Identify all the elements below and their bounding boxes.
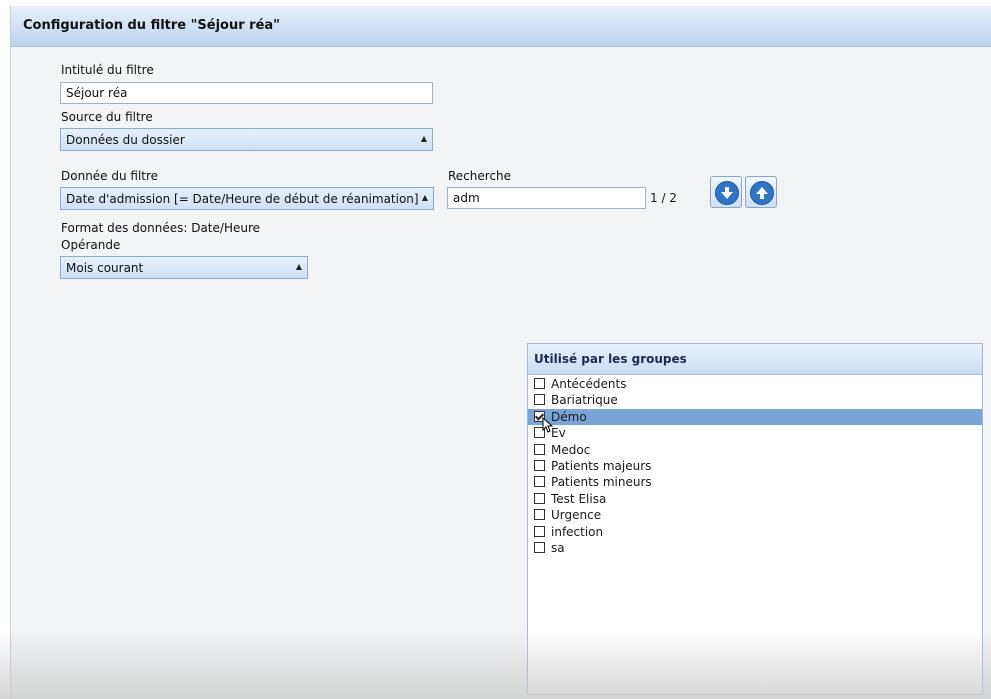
title-bar: Configuration du filtre "Séjour réa" bbox=[11, 6, 991, 47]
operande-label: Opérande bbox=[61, 238, 121, 252]
mouse-cursor-icon bbox=[542, 416, 554, 433]
group-checkbox[interactable] bbox=[534, 459, 545, 471]
groups-panel: Utilisé par les groupes Antécédents Baria… bbox=[527, 343, 983, 695]
groups-header: Utilisé par les groupes bbox=[528, 344, 982, 375]
previous-result-button[interactable] bbox=[745, 176, 777, 208]
group-item-label: Bariatrique bbox=[551, 393, 618, 408]
triangle-up-icon: ▲ bbox=[295, 262, 302, 271]
operande-select-value: Mois courant bbox=[66, 261, 144, 275]
donnee-label: Donnée du filtre bbox=[61, 169, 159, 183]
triangle-up-icon: ▲ bbox=[421, 193, 428, 202]
arrow-down-circle-icon bbox=[715, 181, 739, 205]
intitule-label: Intitulé du filtre bbox=[61, 63, 154, 77]
group-item-label: Medoc bbox=[551, 442, 591, 457]
group-item-label: Démo bbox=[551, 409, 587, 424]
operande-select[interactable]: Mois courant ▲ bbox=[60, 256, 308, 279]
source-label: Source du filtre bbox=[61, 110, 153, 124]
search-label: Recherche bbox=[448, 169, 512, 183]
group-list-item[interactable]: Antécédents bbox=[528, 376, 982, 392]
group-list-item[interactable]: Bariatrique bbox=[528, 392, 982, 408]
group-checkbox[interactable] bbox=[534, 541, 545, 553]
group-checkbox[interactable] bbox=[534, 443, 545, 455]
group-list-item[interactable]: Ev bbox=[528, 425, 982, 441]
group-checkbox[interactable] bbox=[534, 378, 545, 389]
groups-header-title: Utilisé par les groupes bbox=[534, 352, 687, 366]
group-item-label: sa bbox=[551, 540, 565, 555]
group-list-item[interactable]: Patients mineurs bbox=[528, 474, 982, 490]
source-select[interactable]: Données du dossier ▲ bbox=[60, 128, 433, 151]
group-list-item[interactable]: sa bbox=[528, 540, 982, 556]
group-list-item[interactable]: Test Elisa bbox=[528, 491, 982, 507]
group-checkbox[interactable] bbox=[534, 492, 545, 504]
group-item-label: Patients majeurs bbox=[551, 458, 652, 473]
source-select-value: Données du dossier bbox=[66, 133, 185, 147]
group-list-item[interactable]: infection bbox=[528, 524, 982, 540]
next-result-button[interactable] bbox=[710, 176, 742, 208]
group-checkbox[interactable] bbox=[534, 525, 545, 537]
arrow-up-circle-icon bbox=[750, 181, 774, 205]
group-list-item[interactable]: Démo bbox=[528, 408, 982, 426]
intitule-input[interactable] bbox=[60, 82, 433, 104]
group-item-label: Test Elisa bbox=[551, 491, 607, 506]
search-input[interactable] bbox=[447, 187, 646, 209]
donnee-select[interactable]: Date d'admission [= Date/Heure de début … bbox=[60, 187, 434, 210]
triangle-up-icon: ▲ bbox=[420, 134, 427, 143]
group-item-label: Patients mineurs bbox=[551, 475, 652, 490]
group-list-item[interactable]: Patients majeurs bbox=[528, 458, 982, 474]
group-item-label: infection bbox=[551, 524, 604, 539]
search-result-counter: 1 / 2 bbox=[650, 191, 677, 205]
groups-list: Antécédents Bariatrique Démo Ev Medoc Patient… bbox=[528, 376, 982, 556]
group-checkbox[interactable] bbox=[534, 394, 545, 406]
group-list-item[interactable]: Medoc bbox=[528, 442, 982, 458]
format-label: Format des données: Date/Heure bbox=[61, 221, 261, 235]
group-item-label: Antécédents bbox=[551, 377, 627, 391]
group-checkbox[interactable] bbox=[534, 476, 545, 488]
group-checkbox[interactable] bbox=[534, 509, 545, 521]
window-title: Configuration du filtre "Séjour réa" bbox=[23, 18, 280, 33]
group-list-item[interactable]: Urgence bbox=[528, 507, 982, 523]
donnee-select-value: Date d'admission [= Date/Heure de début … bbox=[66, 192, 419, 206]
group-item-label: Urgence bbox=[551, 508, 602, 523]
